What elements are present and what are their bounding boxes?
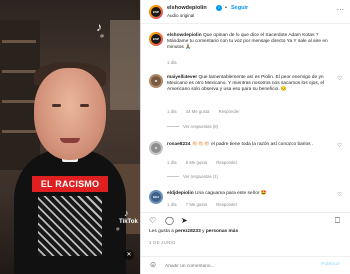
reply-button[interactable]: Responder [219, 109, 240, 114]
comment-text: elshowdepiolin Que opinan de lo que dice… [167, 33, 332, 52]
send-icon[interactable]: ➤ [181, 216, 188, 226]
comment-meta: 1 día 7 Me gusta Responder [167, 202, 245, 207]
separator-dot: • [225, 5, 227, 11]
comment-time: 1 día [167, 202, 177, 207]
emoji-icon[interactable]: ☺ [149, 260, 157, 269]
verified-badge-icon: ✓ [216, 5, 222, 11]
follow-button[interactable]: Seguir [231, 5, 248, 11]
comment-time: 1 día [167, 60, 177, 65]
comment-likes[interactable]: 5 Me gusta [186, 160, 207, 165]
comment-likes[interactable]: 7 Me gusta [186, 202, 207, 207]
more-options-icon[interactable]: ... [337, 5, 344, 12]
comment-body: 👏🏻👏🏻👏🏻 el padre tiene toda la razón así … [191, 142, 314, 147]
reply-button[interactable]: Responder [216, 202, 237, 207]
likes-summary[interactable]: Les gusta a perezz8233 y personas más [149, 229, 238, 234]
comment-username[interactable]: maiyelli4ever [167, 75, 197, 80]
priest-eye-right [80, 104, 89, 107]
avatar[interactable]: M [149, 74, 163, 88]
comments-list[interactable]: ESP elshowdepiolin Que opinan de lo que … [141, 24, 350, 212]
comment-username[interactable]: rosae8224 [167, 142, 190, 147]
speaker-muted-icon[interactable]: ✕ [124, 250, 134, 260]
comment-text: maiyelli4ever Que lamentablemente así es… [167, 75, 332, 94]
comment-time: 1 día [167, 109, 177, 114]
post-header: ESP elshowdepiolin ✓ • Seguir Audio orig… [141, 0, 350, 24]
comment-input[interactable] [165, 261, 315, 271]
reply-button[interactable]: Responder [216, 160, 237, 165]
comment-body: Una caguama para este señor 🤩 [195, 191, 267, 196]
tiktok-watermark-icon: ♪ [124, 208, 129, 218]
tiktok-watermark-text: TikTok [119, 219, 138, 225]
video-player[interactable]: ♪ @ EL RACISMO ♪ TikTok @ ✕ [0, 0, 140, 274]
avatar[interactable]: ESP [149, 5, 163, 19]
add-comment-bar: ☺ Publicar [141, 256, 350, 274]
comment-likes[interactable]: 44 Me gusta [186, 109, 210, 114]
comment-username[interactable]: eldjdepiolin [167, 191, 194, 196]
avatar[interactable]: EDJ [149, 190, 163, 204]
priest-stole [38, 196, 102, 256]
likes-prefix: Les gusta a [149, 229, 174, 234]
comment-meta: 1 día 5 Me gusta Responder [167, 160, 245, 165]
bookshelf [0, 20, 40, 170]
view-replies-button[interactable]: Ver respuestas (8) [167, 124, 218, 129]
comment-text: eldjdepiolin Una caguama para este señor… [167, 191, 332, 197]
publish-button[interactable]: Publicar [321, 262, 340, 267]
comment-meta: 1 día [167, 60, 185, 65]
video-caption-banner: EL RACISMO [32, 176, 108, 192]
tiktok-handle-bottom: @ [116, 227, 120, 231]
avatar[interactable]: R [149, 141, 163, 155]
post-panel: ESP elshowdepiolin ✓ • Seguir Audio orig… [140, 0, 350, 274]
bookmark-icon[interactable]: ⎕ [335, 216, 340, 226]
post-date: 1 DE JUNIO [149, 240, 176, 245]
tiktok-logo-icon: ♪ [96, 20, 102, 34]
likes-user[interactable]: perezz8233 [175, 229, 201, 234]
comment-time: 1 día [167, 160, 177, 165]
priest-mouth [60, 138, 80, 143]
likes-others[interactable]: personas más [206, 229, 238, 234]
avatar[interactable]: ESP [149, 32, 163, 46]
comment-icon[interactable]: ◯ [165, 216, 174, 226]
comment-username[interactable]: elshowdepiolin [167, 33, 202, 38]
comment-meta: 1 día 44 Me gusta Responder [167, 109, 248, 114]
comment-like-heart-icon[interactable]: ♡ [337, 76, 342, 82]
view-replies-button[interactable]: Ver respuestas (1) [167, 174, 218, 179]
comment-like-heart-icon[interactable]: ♡ [337, 143, 342, 149]
audio-label[interactable]: Audio original [167, 13, 194, 18]
priest-face [34, 68, 106, 160]
comment-text: rosae8224 👏🏻👏🏻👏🏻 el padre tiene toda la … [167, 142, 332, 148]
window [110, 20, 140, 110]
likes-suffix: y [202, 229, 205, 234]
tiktok-handle-top: @ [100, 33, 105, 38]
post-actions: ♡ ◯ ➤ ⎕ [141, 212, 350, 228]
post-username[interactable]: elshowdepiolin [167, 5, 207, 11]
heart-icon[interactable]: ♡ [149, 216, 156, 226]
comment-like-heart-icon[interactable]: ♡ [337, 192, 342, 198]
priest-eye-left [52, 104, 61, 107]
